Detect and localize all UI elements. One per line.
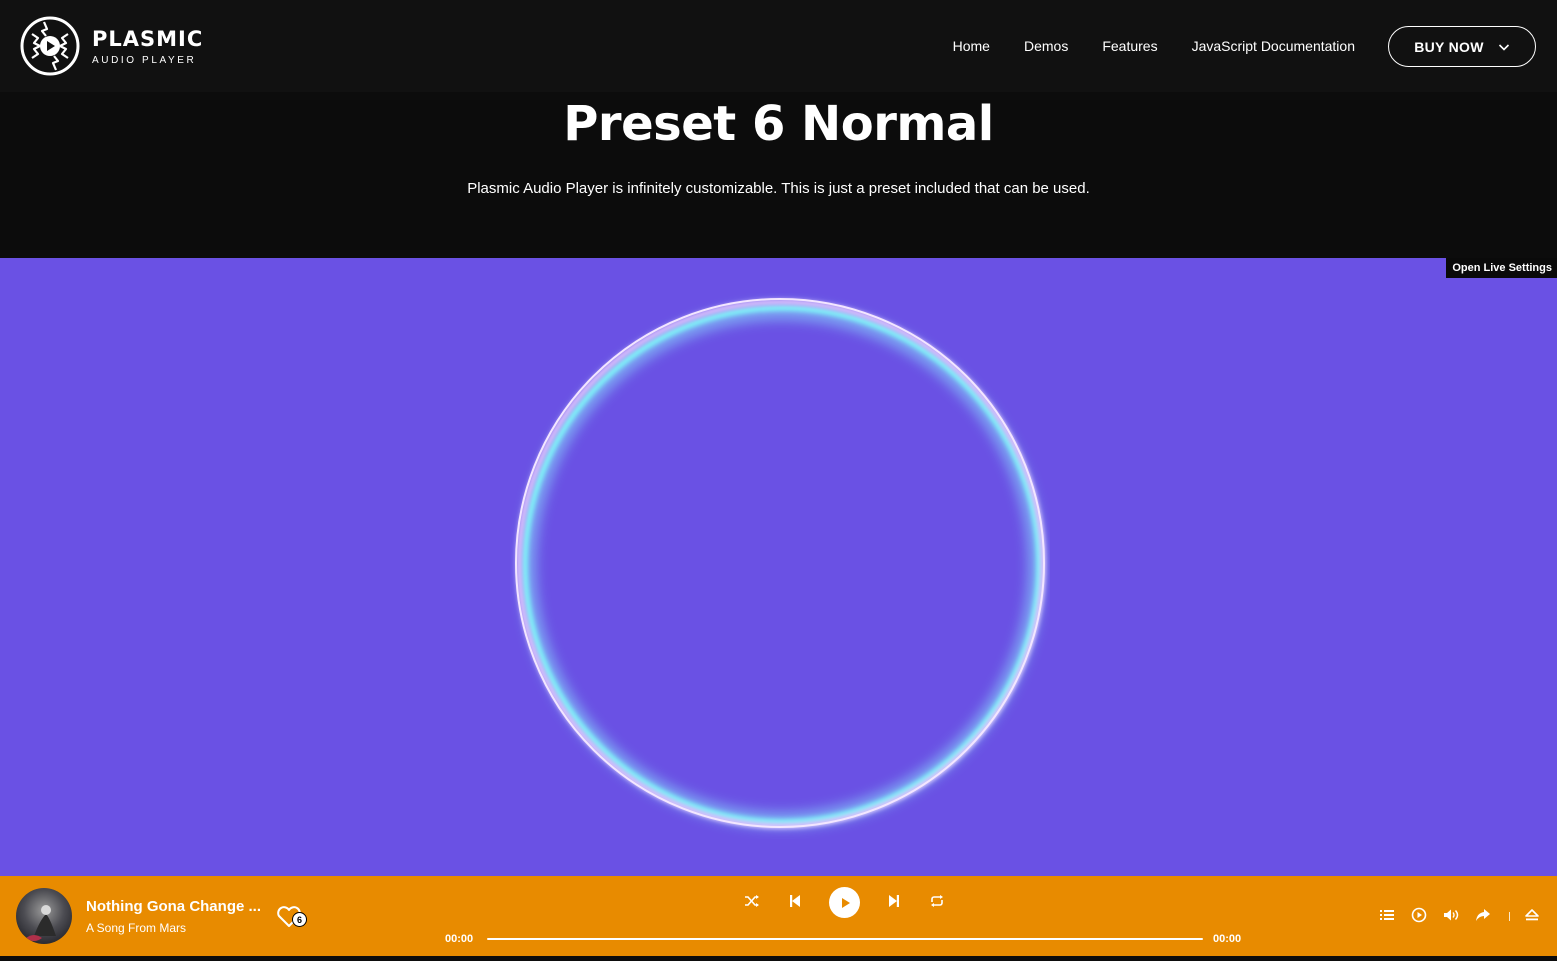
eject-icon: [1525, 909, 1539, 921]
like-count-badge: 6: [292, 912, 307, 927]
controls-divider: [1509, 912, 1510, 921]
autoplay-icon: [1411, 907, 1427, 923]
shuffle-button[interactable]: [740, 890, 764, 912]
chevron-down-icon: [1498, 43, 1509, 51]
buy-now-label: BUY NOW: [1414, 38, 1484, 55]
audio-player-bar: Nothing Gona Change ... A Song From Mars…: [0, 876, 1557, 956]
page-title: Preset 6 Normal: [563, 96, 994, 152]
buy-now-button[interactable]: BUY NOW: [1388, 26, 1536, 67]
share-button[interactable]: [1474, 906, 1492, 924]
shuffle-icon: [745, 895, 759, 907]
previous-icon: [790, 895, 800, 907]
next-button[interactable]: [882, 890, 906, 912]
nav-features[interactable]: Features: [1102, 38, 1157, 54]
brand-title: PLASMIC: [92, 26, 204, 51]
open-live-settings-button[interactable]: Open Live Settings: [1446, 258, 1557, 278]
playlist-icon: [1380, 910, 1394, 920]
repeat-icon: [931, 895, 943, 907]
volume-button[interactable]: [1442, 906, 1460, 924]
nav-home[interactable]: Home: [953, 38, 990, 54]
visualizer-ring: [515, 298, 1046, 829]
nav-javascript-documentation[interactable]: JavaScript Documentation: [1192, 38, 1355, 54]
track-artist[interactable]: A Song From Mars: [86, 921, 186, 935]
main-nav: Home Demos Features JavaScript Documenta…: [953, 38, 1355, 54]
page-bottom-strip: [0, 956, 1557, 961]
track-title[interactable]: Nothing Gona Change ...: [86, 898, 261, 915]
plasmic-logo-icon: [20, 16, 80, 76]
audio-visualizer: Open Live Settings: [0, 258, 1557, 876]
repeat-button[interactable]: [925, 890, 949, 912]
share-icon: [1476, 909, 1490, 921]
brand-logo[interactable]: PLASMIC AUDIO PLAYER: [20, 16, 203, 76]
brand-subtitle: AUDIO PLAYER: [92, 54, 197, 66]
play-icon: [841, 897, 850, 908]
previous-button[interactable]: [783, 890, 807, 912]
total-time: 00:00: [1213, 933, 1242, 945]
album-cover: [16, 888, 72, 944]
top-navigation-bar: PLASMIC AUDIO PLAYER Home Demos Features…: [0, 0, 1557, 92]
eject-button[interactable]: [1523, 906, 1541, 924]
nav-demos[interactable]: Demos: [1024, 38, 1068, 54]
progress-bar[interactable]: [487, 938, 1203, 940]
volume-icon: [1444, 909, 1459, 921]
album-art-image: [16, 888, 72, 944]
page-description: Plasmic Audio Player is infinitely custo…: [467, 180, 1090, 197]
next-icon: [889, 895, 899, 907]
autoplay-button[interactable]: [1410, 906, 1428, 924]
current-time: 00:00: [445, 933, 474, 945]
playlist-button[interactable]: [1378, 906, 1396, 924]
play-button[interactable]: [829, 887, 860, 918]
